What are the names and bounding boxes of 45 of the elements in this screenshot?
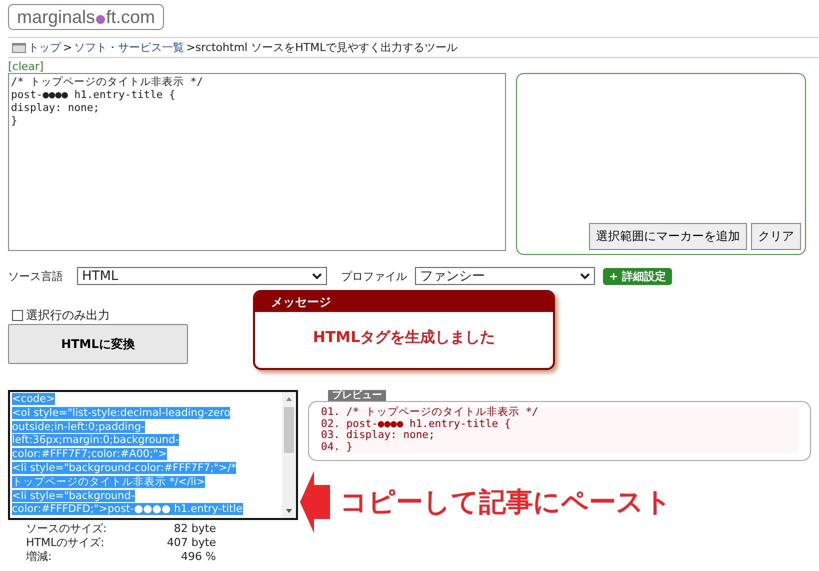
left-arrow-icon [300, 469, 330, 535]
stat-label: HTMLのサイズ: [26, 536, 106, 550]
line-number: 04. [321, 440, 340, 452]
dialog-message: HTMLタグを生成しました [312, 328, 496, 347]
site-logo[interactable]: marginals ft.com [8, 4, 164, 30]
field-label: プロファイル [341, 268, 407, 284]
code-line: display: none; [346, 429, 435, 441]
scroll-down-icon[interactable] [285, 507, 293, 515]
profile-select[interactable]: ファンシー [415, 267, 595, 285]
stat-value: 82 byte [172, 522, 216, 536]
panel-button[interactable]: クリア [751, 223, 801, 250]
code-line: /* トップページのタイトル非表示 */ [346, 406, 538, 418]
scrollbar[interactable] [282, 392, 296, 518]
line-number: 02. [321, 418, 340, 430]
breadcrumb-text: > [63, 41, 72, 54]
advanced-settings-button[interactable]: + 詳細設定 [603, 268, 672, 284]
code-line: post-●●●● h1.entry-title { [346, 418, 511, 430]
convert-button[interactable]: HTMLに変換 [8, 324, 188, 364]
stat-label: ソースのサイズ: [26, 522, 108, 536]
line-number: 03. [321, 429, 340, 441]
checkbox[interactable] [12, 310, 23, 321]
stat-value: 407 byte [166, 536, 216, 550]
caret-icon [312, 272, 322, 280]
scroll-up-icon[interactable] [285, 395, 293, 403]
breadcrumb-link[interactable]: トップ [28, 40, 61, 55]
logo-text: marginals [17, 6, 96, 28]
breadcrumb-link[interactable]: ソフト・サービス一覧 [74, 40, 184, 55]
callout-text: コピーして記事にペースト [340, 486, 672, 520]
stat-value: 496 % [180, 550, 216, 564]
code-line: } [346, 440, 353, 452]
stat-label: 増減: [26, 550, 53, 564]
dot-icon [96, 14, 106, 24]
panel-button[interactable]: 選択範囲にマーカーを追加 [589, 223, 747, 250]
source-textarea[interactable]: /* トップページのタイトル非表示 */ post-●●●● h1.entry-title { display: none; } [8, 73, 506, 251]
field-label: ソース言語 [8, 268, 63, 284]
language-select[interactable]: HTML [77, 267, 327, 285]
line-number: 01. [321, 406, 340, 418]
logo-text: ft.com [106, 6, 156, 28]
breadcrumb-text: >srctohtml ソースをHTMLで見やすく出力するツール [186, 40, 458, 55]
preview-label: プレビュー [328, 390, 386, 401]
window-icon [12, 42, 26, 52]
checkbox-label: 選択行のみ出力 [26, 307, 110, 324]
dialog-title: メッセージ [255, 292, 553, 312]
caret-icon [580, 272, 590, 280]
clear-link[interactable]: [clear] [8, 60, 811, 73]
